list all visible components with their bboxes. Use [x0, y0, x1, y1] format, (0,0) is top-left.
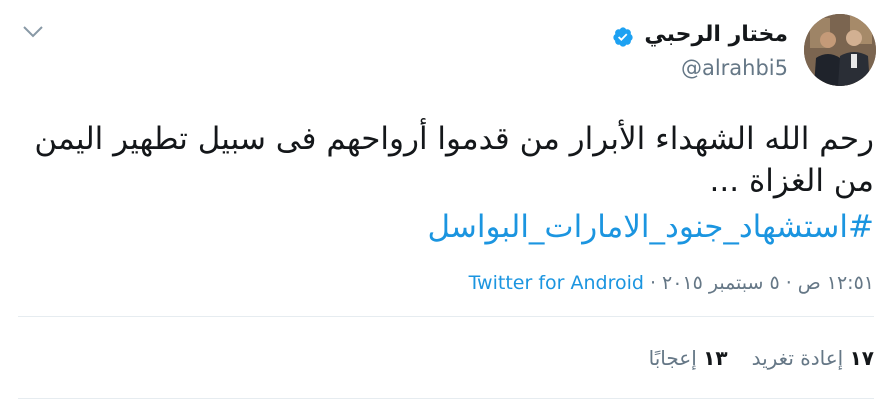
retweets-label: إعادة تغريد: [751, 346, 844, 370]
divider: [18, 398, 874, 399]
tweet-meta: ١٢:٥١ ص·٥ سبتمبر ٢٠١٥·Twitter for Androi…: [469, 272, 874, 294]
tweet-text: رحم الله الشهداء الأبرار من قدموا أرواحه…: [34, 121, 874, 199]
tweet-stats: ١٧ إعادة تغريد ١٣ إعجابًا: [649, 346, 874, 370]
avatar[interactable]: [804, 14, 876, 86]
chevron-down-icon[interactable]: [22, 24, 44, 40]
tweet-hashtag[interactable]: #استشهاد_جنود_الامارات_البواسل: [427, 206, 874, 248]
likes-count: ١٣: [703, 346, 728, 370]
retweets-count: ١٧: [849, 346, 874, 370]
separator-dot: ·: [785, 272, 792, 294]
separator-dot: ·: [649, 272, 656, 294]
divider: [18, 316, 874, 317]
tweet-date: ٥ سبتمبر ٢٠١٥: [661, 272, 780, 294]
tweet-source-link[interactable]: Twitter for Android: [469, 272, 644, 294]
likes-stat[interactable]: ١٣ إعجابًا: [649, 346, 728, 370]
tweet-card: مختار الرحبي @alrahbi5 رحم الله الشهداء …: [0, 0, 892, 402]
author-display-name[interactable]: مختار الرحبي: [644, 22, 788, 47]
author-handle[interactable]: @alrahbi5: [681, 56, 788, 80]
verified-badge-icon: [613, 27, 633, 47]
likes-label: إعجابًا: [648, 346, 697, 370]
retweets-stat[interactable]: ١٧ إعادة تغريد: [752, 346, 874, 370]
tweet-time: ١٢:٥١ ص: [797, 272, 874, 294]
